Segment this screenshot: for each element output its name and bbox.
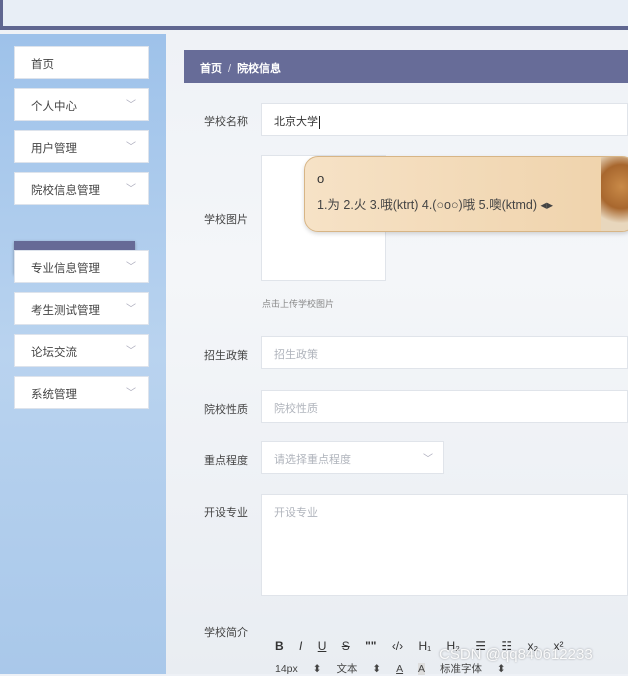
text-cursor <box>319 115 320 129</box>
sidebar-item-label: 考生测试管理 <box>31 305 100 317</box>
level-select[interactable]: 请选择重点程度 ﹀ <box>261 441 444 474</box>
breadcrumb-home[interactable]: 首页 <box>200 63 222 75</box>
select-arrow-icon: ⬍ <box>496 663 506 675</box>
sidebar-item-label: 院校信息管理 <box>31 185 100 197</box>
chevron-down-icon: ﹀ <box>126 346 136 357</box>
school-name-label: 学校名称 <box>204 116 248 128</box>
policy-placeholder: 招生政策 <box>274 349 318 361</box>
underline-button[interactable]: U <box>318 639 327 653</box>
code-button[interactable]: ‹/› <box>392 639 403 653</box>
sidebar-item-user-management[interactable]: 用户管理 ﹀ <box>14 130 149 163</box>
watermark: CSDN @qq840612233 <box>439 646 593 663</box>
sidebar-item-label: 论坛交流 <box>31 347 77 359</box>
ime-skin-dog-image <box>601 157 628 231</box>
chevron-down-icon: ﹀ <box>423 454 433 465</box>
sidebar-item-exam-management[interactable]: 考生测试管理 ﹀ <box>14 292 149 325</box>
sidebar-item-label: 首页 <box>31 59 54 71</box>
school-image-label: 学校图片 <box>204 214 248 226</box>
sidebar-item-school-info-management[interactable]: 院校信息管理 ﹀ <box>14 172 149 205</box>
breadcrumb: 首页 / 院校信息 <box>184 50 628 83</box>
chevron-down-icon: ﹀ <box>126 142 136 153</box>
select-arrow-icon: ⬍ <box>372 663 382 675</box>
sidebar-item-home[interactable]: 首页 <box>14 46 149 79</box>
breadcrumb-separator: / <box>228 63 232 75</box>
sidebar-item-forum[interactable]: 论坛交流 ﹀ <box>14 334 149 367</box>
school-name-input[interactable]: 北京大学 <box>261 103 628 136</box>
sidebar-item-major-info-management[interactable]: 专业信息管理 ﹀ <box>14 250 149 283</box>
nature-placeholder: 院校性质 <box>274 403 318 415</box>
bold-button[interactable]: B <box>275 639 284 653</box>
sidebar: 首页 个人中心 ﹀ 用户管理 ﹀ 院校信息管理 ﹀ 院校信息 专业信息管理 ﹀ … <box>0 34 166 674</box>
sidebar-item-label: 系统管理 <box>31 389 77 401</box>
nature-label: 院校性质 <box>204 404 248 416</box>
level-placeholder: 请选择重点程度 <box>274 454 351 466</box>
sidebar-item-personal-center[interactable]: 个人中心 ﹀ <box>14 88 149 121</box>
top-header-bar <box>0 0 628 30</box>
majors-placeholder: 开设专业 <box>274 507 318 519</box>
font-color-button[interactable]: A <box>396 663 403 675</box>
quote-button[interactable]: "" <box>365 639 376 653</box>
chevron-down-icon: ﹀ <box>126 304 136 315</box>
strike-button[interactable]: S <box>342 639 350 653</box>
level-label: 重点程度 <box>204 455 248 467</box>
ime-composition: o <box>317 171 325 186</box>
sidebar-item-label: 用户管理 <box>31 143 77 155</box>
sidebar-item-system-management[interactable]: 系统管理 ﹀ <box>14 376 149 409</box>
sidebar-item-label: 个人中心 <box>31 101 77 113</box>
chevron-down-icon: ﹀ <box>126 262 136 273</box>
background-color-button[interactable]: A <box>418 663 426 675</box>
school-name-value: 北京大学 <box>274 116 318 128</box>
heading1-button[interactable]: H₁ <box>418 639 431 653</box>
main-content: 首页 / 院校信息 学校名称 北京大学 学校图片 点击上传学校图片 招生政策 招生政… <box>184 34 628 675</box>
policy-input[interactable]: 招生政策 <box>261 336 628 369</box>
ime-candidate-list[interactable]: 1.为 2.火 3.哦(ktrt) 4.(○o○)哦 5.噢(ktmd) ◂▸ <box>317 194 553 213</box>
nature-input[interactable]: 院校性质 <box>261 390 628 423</box>
italic-button[interactable]: I <box>299 639 302 653</box>
sidebar-item-label: 专业信息管理 <box>31 263 100 275</box>
font-size-select[interactable]: 14px <box>275 663 298 675</box>
policy-label: 招生政策 <box>204 350 248 362</box>
select-arrow-icon: ⬍ <box>312 663 322 675</box>
majors-textarea[interactable]: 开设专业 <box>261 494 628 596</box>
breadcrumb-current: 院校信息 <box>237 63 282 75</box>
chevron-down-icon: ﹀ <box>126 184 136 195</box>
majors-label: 开设专业 <box>204 507 248 519</box>
intro-label: 学校简介 <box>204 627 248 639</box>
chevron-down-icon: ﹀ <box>126 388 136 399</box>
chevron-down-icon: ﹀ <box>126 100 136 111</box>
ime-candidate-popup[interactable]: o 1.为 2.火 3.哦(ktrt) 4.(○o○)哦 5.噢(ktmd) ◂… <box>304 156 628 232</box>
upload-hint: 点击上传学校图片 <box>262 299 335 309</box>
